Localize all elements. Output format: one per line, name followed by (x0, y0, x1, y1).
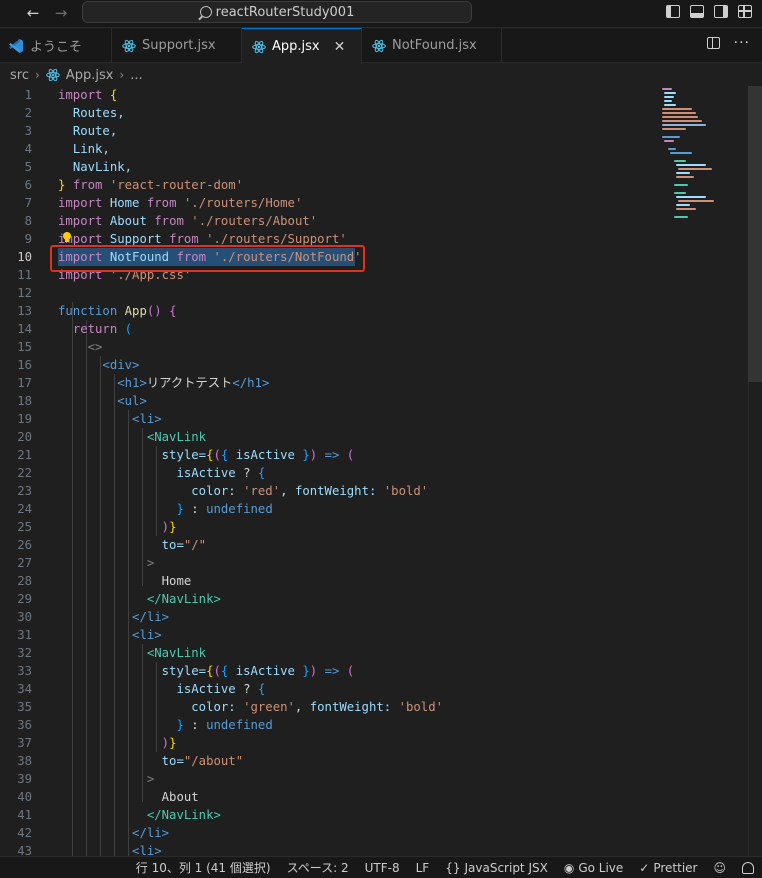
title-bar: ← → reactRouterStudy001 (0, 0, 762, 28)
minimap[interactable] (660, 86, 740, 226)
vscode-icon (9, 38, 23, 53)
annotation-highlight-box (50, 245, 365, 272)
breadcrumb-folder[interactable]: src (10, 68, 29, 83)
back-arrow-icon[interactable]: ← (24, 4, 42, 22)
react-icon (45, 68, 60, 82)
braces-icon: {} (445, 860, 461, 875)
status-go-live[interactable]: ◉ Go Live (564, 861, 623, 875)
toggle-secondary-sidebar-icon[interactable] (714, 5, 728, 18)
command-center-search[interactable]: reactRouterStudy001 (82, 1, 472, 23)
search-icon (199, 6, 212, 18)
lightbulb-icon[interactable] (61, 231, 73, 243)
status-prettier[interactable]: ✓ Prettier (639, 861, 697, 875)
window-title: reactRouterStudy001 (215, 4, 355, 20)
code-editor[interactable]: 1 import { 2 Routes, 3 Route, 4 Link, 5 N… (0, 86, 748, 856)
status-eol[interactable]: LF (416, 861, 430, 875)
split-editor-icon[interactable] (706, 37, 720, 49)
status-encoding[interactable]: UTF-8 (365, 861, 400, 875)
tab-label: Support.jsx (142, 38, 216, 53)
react-icon (372, 39, 386, 53)
status-language-mode[interactable]: {} JavaScript JSX (445, 861, 548, 875)
status-indentation[interactable]: スペース: 2 (287, 859, 349, 876)
react-icon (252, 40, 266, 54)
vertical-scrollbar-thumb[interactable] (748, 86, 762, 382)
toggle-primary-sidebar-icon[interactable] (666, 5, 680, 18)
breadcrumb-file[interactable]: App.jsx (66, 68, 114, 83)
status-cursor-position[interactable]: 行 10、列 1 (41 個選択) (136, 859, 271, 876)
broadcast-icon: ◉ (563, 860, 575, 875)
tab-label: ようこそ (30, 40, 83, 55)
double-check-icon: ✓ (639, 860, 650, 875)
customize-layout-icon[interactable] (738, 5, 752, 18)
tab-label: App.jsx (272, 39, 320, 54)
react-icon (122, 39, 136, 53)
close-icon[interactable]: ✕ (334, 39, 346, 55)
breadcrumb: src › App.jsx › ... (0, 64, 762, 86)
feedback-icon[interactable]: ☺ (713, 861, 726, 875)
more-actions-icon[interactable]: ··· (734, 36, 750, 50)
breadcrumb-symbol[interactable]: ... (130, 68, 142, 83)
status-bar: 行 10、列 1 (41 個選択) スペース: 2 UTF-8 LF {} Jav… (0, 856, 762, 878)
tab-app-jsx[interactable]: App.jsx ✕ (242, 28, 362, 64)
forward-arrow-icon[interactable]: → (52, 4, 70, 22)
tab-support-jsx[interactable]: Support.jsx (112, 28, 242, 63)
chevron-right-icon: › (119, 68, 125, 82)
editor-tab-bar: ようこそ Support.jsx App.jsx ✕ NotFound.jsx … (0, 28, 762, 64)
chevron-right-icon: › (34, 68, 40, 82)
tab-welcome[interactable]: ようこそ (0, 28, 112, 63)
tab-label: NotFound.jsx (392, 38, 477, 53)
bell-icon[interactable] (742, 861, 754, 874)
toggle-panel-icon[interactable] (690, 5, 704, 18)
tab-notfound-jsx[interactable]: NotFound.jsx (362, 28, 502, 63)
